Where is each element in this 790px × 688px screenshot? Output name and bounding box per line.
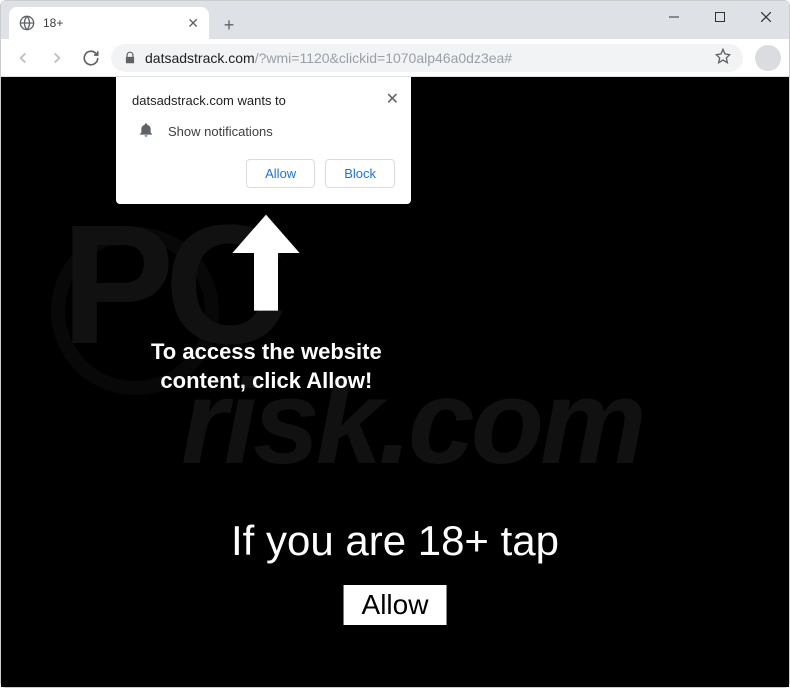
browser-toolbar: datsadstrack.com/?wmi=1120&clickid=1070a… [1, 39, 789, 77]
window-controls [651, 1, 789, 33]
forward-button[interactable] [43, 44, 71, 72]
reload-button[interactable] [77, 44, 105, 72]
maximize-button[interactable] [697, 1, 743, 33]
arrow-text: To access the website content, click All… [151, 338, 382, 395]
lock-icon [123, 51, 137, 65]
popup-allow-button[interactable]: Allow [246, 159, 315, 188]
tab-close-icon[interactable]: ✕ [187, 15, 199, 32]
popup-permission-row: Show notifications [138, 122, 395, 141]
globe-icon [19, 15, 35, 31]
popup-permission-label: Show notifications [168, 124, 273, 139]
page-content: PC risk.com To access the website conten… [1, 77, 789, 687]
bookmark-star-icon[interactable] [715, 48, 731, 67]
back-button[interactable] [9, 44, 37, 72]
browser-tab[interactable]: 18+ ✕ [9, 7, 209, 39]
arrow-instruction: To access the website content, click All… [151, 205, 382, 395]
bell-icon [138, 122, 154, 141]
minimize-button[interactable] [651, 1, 697, 33]
popup-title: datsadstrack.com wants to [132, 93, 395, 108]
new-tab-button[interactable]: + [215, 11, 243, 39]
notification-permission-popup: ✕ datsadstrack.com wants to Show notific… [116, 77, 411, 204]
popup-block-button[interactable]: Block [325, 159, 395, 188]
page-allow-button[interactable]: Allow [344, 585, 447, 625]
age-prompt-text: If you are 18+ tap [1, 517, 789, 565]
window-close-button[interactable] [743, 1, 789, 33]
arrow-up-icon [206, 205, 326, 325]
address-bar[interactable]: datsadstrack.com/?wmi=1120&clickid=1070a… [111, 44, 743, 72]
profile-avatar[interactable] [755, 45, 781, 71]
tab-title: 18+ [43, 16, 179, 30]
url-text: datsadstrack.com/?wmi=1120&clickid=1070a… [145, 50, 707, 66]
popup-close-icon[interactable]: ✕ [386, 89, 399, 109]
